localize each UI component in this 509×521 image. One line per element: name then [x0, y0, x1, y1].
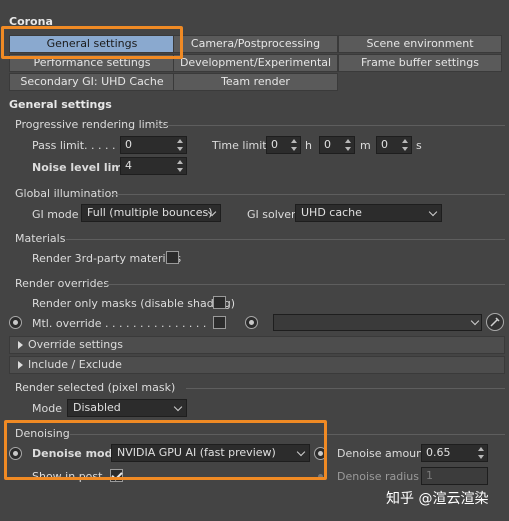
denoise-radius-label: Denoise radius [337, 470, 419, 483]
render-masks-checkbox[interactable] [213, 296, 226, 309]
tab-secondary-gi-uhd-cache[interactable]: Secondary GI: UHD Cache [9, 73, 175, 91]
gi-mode-dropdown[interactable]: Full (multiple bounces) [81, 204, 221, 222]
rollout-include-exclude[interactable]: Include / Exclude [9, 356, 505, 374]
divider [186, 388, 505, 389]
time-hours-spinner[interactable]: 0 [266, 136, 301, 154]
time-minutes-spinner[interactable]: 0 [319, 136, 355, 154]
mtl-override-material-radio[interactable] [245, 316, 258, 329]
hours-unit: h [305, 139, 312, 152]
minutes-unit: m [360, 139, 371, 152]
highlight-box-tab [1, 26, 183, 59]
tab-development-experimental[interactable]: Development/Experimental stuff [173, 54, 338, 85]
group-render-selected: Render selected (pixel mask) [15, 381, 176, 394]
section-title: General settings [9, 98, 112, 111]
divider [155, 125, 505, 126]
highlight-box-denoising [4, 420, 327, 480]
group-render-overrides: Render overrides [15, 277, 110, 290]
spinner-arrows-icon[interactable] [477, 446, 485, 460]
mtl-override-checkbox[interactable] [213, 316, 226, 329]
group-global-illumination: Global illumination [15, 187, 119, 200]
time-seconds-spinner[interactable]: 0 [376, 136, 412, 154]
mtl-override-material-slot[interactable] [273, 314, 482, 331]
spinner-arrows-icon[interactable] [401, 138, 409, 152]
chevron-down-icon [428, 207, 438, 217]
chevron-down-icon [470, 316, 480, 326]
spinner-arrows-icon[interactable] [176, 138, 184, 152]
noise-level-spinner[interactable]: 4 [120, 157, 187, 175]
render-masks-label: Render only masks (disable shading) [32, 297, 236, 310]
rollout-override-settings[interactable]: Override settings [9, 336, 505, 354]
divider [66, 239, 505, 240]
denoise-radius-spinner[interactable]: 1 [421, 467, 488, 485]
gi-solver-label: GI solver [247, 208, 296, 221]
tab-camera-postprocessing[interactable]: Camera/Postprocessing [173, 35, 338, 53]
tab-frame-buffer-settings[interactable]: Frame buffer settings [338, 54, 502, 72]
divider [104, 284, 505, 285]
gi-solver-dropdown[interactable]: UHD cache [295, 204, 442, 222]
denoise-amount-spinner[interactable]: 0.65 [421, 444, 488, 462]
triangle-right-icon [18, 341, 23, 349]
triangle-right-icon [18, 361, 23, 369]
mtl-override-radio[interactable] [9, 316, 22, 329]
spinner-arrows-icon[interactable] [176, 159, 184, 173]
pass-limit-label: Pass limit. . . . . . [32, 139, 123, 152]
time-limit-label: Time limit [212, 139, 267, 152]
denoise-amount-label: Denoise amount [337, 447, 428, 460]
spinner-arrows-icon[interactable] [344, 138, 352, 152]
spinner-arrows-icon[interactable] [290, 138, 298, 152]
gi-mode-label: GI mode [32, 208, 79, 221]
mtl-override-label: Mtl. override . . . . . . . . . . . . . … [32, 317, 207, 330]
tab-scene-environment[interactable]: Scene environment [338, 35, 502, 53]
pass-limit-spinner[interactable]: 0 [120, 136, 187, 154]
chevron-down-icon [173, 402, 183, 412]
noise-level-label: Noise level limit [32, 161, 132, 174]
tab-team-render[interactable]: Team render [173, 73, 338, 91]
watermark-text: 知乎 @渲云渲染 [386, 491, 489, 507]
render-selected-mode-dropdown[interactable]: Disabled [67, 399, 187, 417]
group-materials: Materials [15, 232, 66, 245]
render-selected-mode-label: Mode [32, 402, 62, 415]
seconds-unit: s [416, 139, 422, 152]
material-picker-icon[interactable] [486, 313, 504, 331]
render-3rdparty-label: Render 3rd-party materials [32, 252, 182, 265]
render-3rdparty-checkbox[interactable] [166, 251, 179, 264]
group-progressive-limits: Progressive rendering limits [15, 118, 169, 131]
divider [112, 194, 505, 195]
